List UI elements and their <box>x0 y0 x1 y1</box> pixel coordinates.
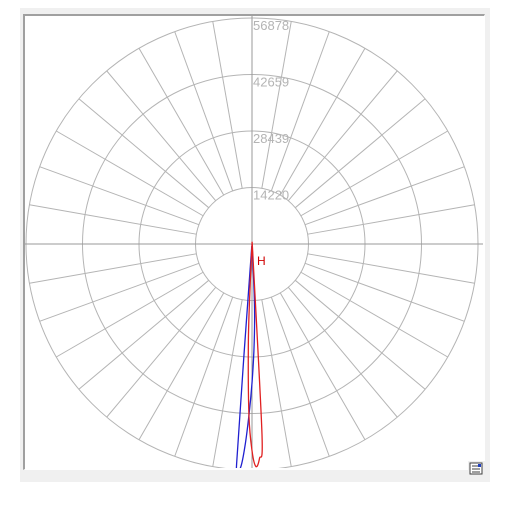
curve-marker-label: H <box>257 254 266 268</box>
grid-spoke <box>56 130 204 217</box>
grid-spoke <box>212 21 243 189</box>
ring-labels: 14220 28439 42659 56878 <box>253 18 289 202</box>
ring-label-4: 56878 <box>253 18 289 33</box>
ring-label-3: 42659 <box>253 74 289 89</box>
properties-button[interactable] <box>468 461 485 476</box>
polar-plot-panel: 14220 28439 42659 56878 H <box>23 14 485 470</box>
grid-spoke <box>174 31 234 192</box>
grid-spoke <box>300 271 448 358</box>
grid-spoke <box>39 166 200 226</box>
grid-spoke <box>270 31 330 192</box>
series-curve-2 <box>247 241 263 468</box>
grid-spoke <box>39 262 200 322</box>
grid-spoke <box>279 292 366 440</box>
polar-plot: 14220 28439 42659 56878 H <box>25 16 483 468</box>
grid-spoke <box>270 296 330 457</box>
grid-spoke <box>304 166 465 226</box>
grid-spoke <box>138 48 225 196</box>
grid-spoke <box>307 253 475 284</box>
properties-icon <box>469 462 483 475</box>
ring-label-2: 28439 <box>253 131 289 146</box>
grid-spoke <box>174 296 234 457</box>
grid-spoke <box>304 262 465 322</box>
series-layer <box>235 241 263 468</box>
grid-spoke <box>307 204 475 235</box>
grid-spoke <box>279 48 366 196</box>
ring-label-1: 14220 <box>253 187 289 202</box>
grid-spoke <box>29 253 197 284</box>
grid-spoke <box>29 204 197 235</box>
grid-spoke <box>261 21 292 189</box>
grid-spoke <box>261 299 292 467</box>
grid-spoke <box>56 271 204 358</box>
grid-spoke <box>138 292 225 440</box>
grid-spoke <box>300 130 448 217</box>
